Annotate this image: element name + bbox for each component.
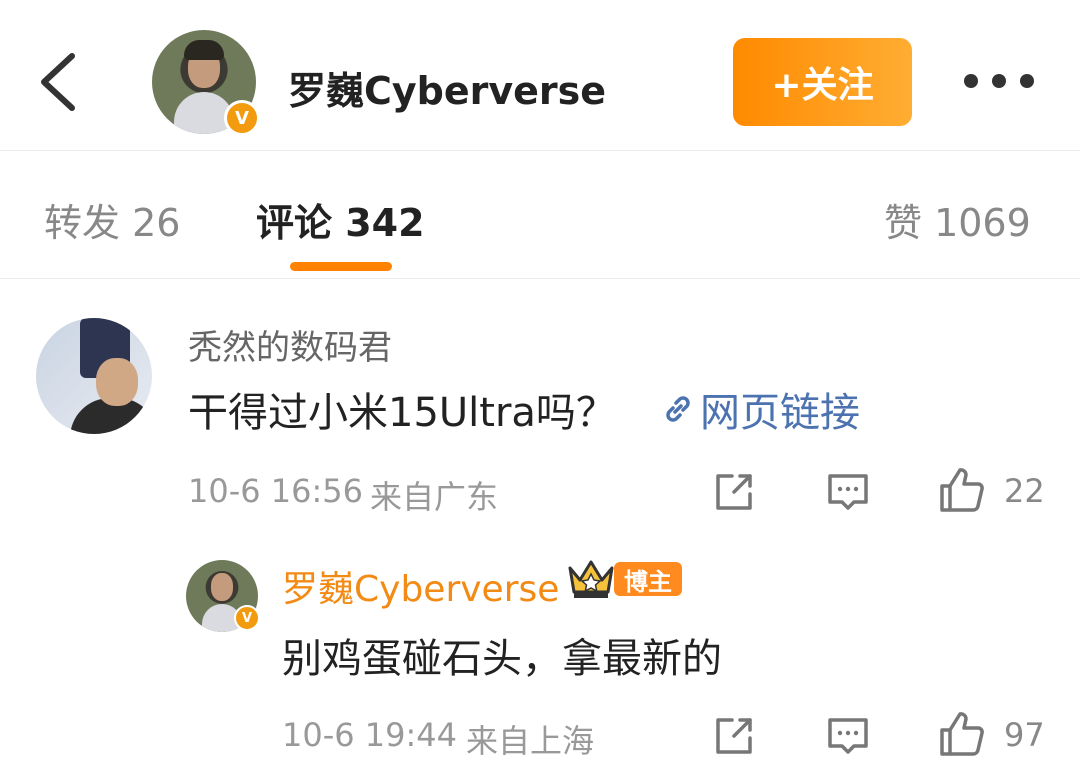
tab-like[interactable]: 赞 1069	[884, 192, 1031, 247]
comment-text: 干得过小米15Ultra吗？	[188, 390, 616, 436]
reply-author[interactable]: 罗巍Cyberverse	[282, 560, 559, 612]
verified-badge-icon: V	[234, 605, 260, 631]
comment-icon[interactable]	[826, 470, 870, 514]
web-link-label: 网页链接	[700, 390, 860, 436]
thumb-up-icon[interactable]	[938, 710, 986, 758]
thumb-up-icon[interactable]	[938, 466, 986, 514]
more-icon[interactable]	[964, 70, 1034, 92]
reply-like-count: 97	[1004, 716, 1045, 754]
crown-icon	[568, 560, 614, 598]
comment-avatar[interactable]	[36, 318, 152, 434]
comment-like-count: 22	[1004, 472, 1045, 510]
tab-repost[interactable]: 转发 26	[44, 192, 180, 247]
reply-text: 别鸡蛋碰石头，拿最新的	[282, 636, 722, 682]
tab-comment[interactable]: 评论 342	[256, 192, 425, 247]
role-badge: 博主	[614, 562, 682, 596]
web-link[interactable]: 网页链接	[660, 380, 860, 438]
comment-icon[interactable]	[826, 714, 870, 758]
reply-location: 来自上海	[466, 722, 595, 760]
share-icon[interactable]	[712, 470, 756, 514]
tab-bar: 转发 26 评论 342 赞 1069	[0, 150, 1080, 279]
page-title[interactable]: 罗巍Cyberverse	[288, 60, 606, 115]
reply-time: 10-6 19:44	[282, 716, 458, 754]
comment-location: 来自广东	[370, 478, 499, 516]
active-tab-indicator	[290, 262, 392, 271]
back-icon[interactable]	[36, 50, 80, 114]
link-icon	[666, 396, 690, 422]
comment-author[interactable]: 秃然的数码君	[188, 320, 392, 369]
verified-badge-icon: V	[224, 100, 260, 136]
profile-header: V 罗巍Cyberverse +关注	[0, 0, 1080, 151]
share-icon[interactable]	[712, 714, 756, 758]
comment-time: 10-6 16:56	[188, 472, 364, 510]
follow-button[interactable]: +关注	[733, 38, 912, 126]
